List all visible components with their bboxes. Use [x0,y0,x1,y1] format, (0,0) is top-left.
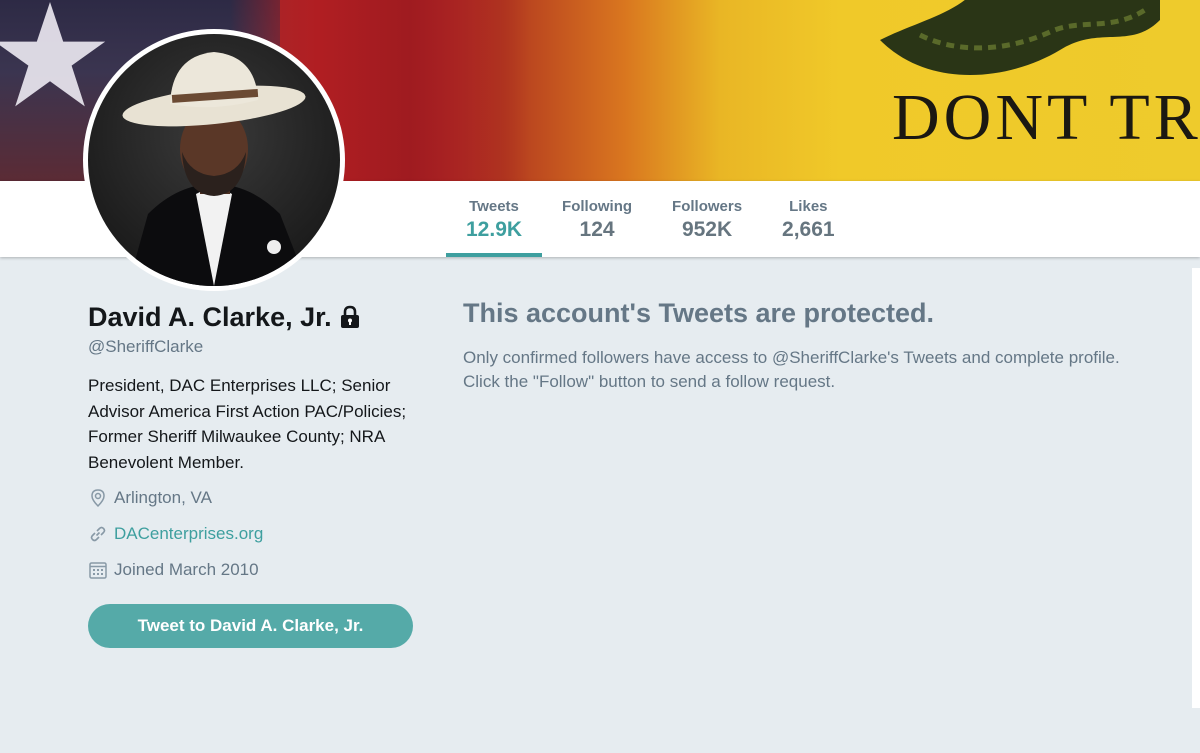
profile-name[interactable]: David A. Clarke, Jr. [88,300,332,334]
calendar-icon [89,562,107,579]
lock-icon [340,305,359,328]
protected-notice: This account's Tweets are protected. Onl… [463,296,1183,394]
stat-label: Tweets [469,198,519,215]
profile-avatar[interactable] [83,29,345,291]
stat-label: Following [562,198,633,215]
stat-label: Followers [672,198,743,215]
protected-line-2: Click the "Follow" button to send a foll… [463,372,836,391]
location-pin-icon [91,489,105,508]
avatar-photo [88,34,340,286]
profile-sidebar: David A. Clarke, Jr. @SheriffClarke Pres… [88,300,418,648]
location-text: Arlington, VA [114,488,212,507]
profile-stats: Tweets 12.9K Following 124 Followers 952… [446,181,855,257]
stat-value: 2,661 [782,218,835,241]
stat-likes[interactable]: Likes 2,661 [762,181,855,257]
stat-value: 124 [579,218,615,241]
banner-motto: DONT TR [892,81,1200,154]
protected-line-1: Only confirmed followers have access to … [463,348,1120,367]
right-panel-edge [1192,268,1200,708]
profile-bio: President, DAC Enterprises LLC; Senior A… [88,376,407,472]
name-row: David A. Clarke, Jr. [88,300,418,334]
banner-star-icon [0,2,106,107]
profile-website[interactable]: DACenterprises.org [88,521,418,547]
profile-joined: Joined March 2010 [88,557,418,583]
banner-snake-icon [880,0,1160,75]
stat-value: 12.9K [466,218,523,241]
stat-following[interactable]: Following 124 [542,181,652,257]
stat-label: Likes [789,198,828,215]
tweet-to-button[interactable]: Tweet to David A. Clarke, Jr. [88,604,413,648]
website-link[interactable]: DACenterprises.org [114,524,263,544]
stat-tweets[interactable]: Tweets 12.9K [446,181,543,257]
stat-value: 952K [681,218,733,241]
joined-text: Joined March 2010 [114,560,259,579]
link-icon [90,526,106,542]
protected-title: This account's Tweets are protected. [463,298,935,328]
profile-handle[interactable]: @SheriffClarke [88,336,418,358]
protected-message: Only confirmed followers have access to … [463,346,1183,394]
stat-followers[interactable]: Followers 952K [652,181,762,257]
profile-location: Arlington, VA [88,485,418,511]
